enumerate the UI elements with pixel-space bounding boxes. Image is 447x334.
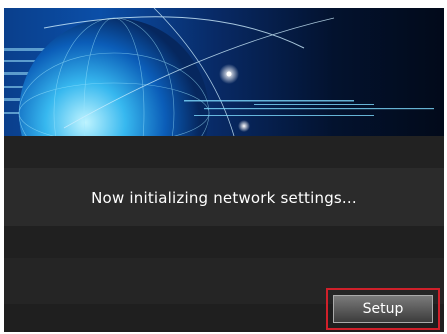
device-screen: Now initializing network settings... Set… bbox=[4, 8, 444, 332]
status-message: Now initializing network settings... bbox=[91, 189, 357, 207]
setup-button[interactable]: Setup bbox=[333, 295, 433, 323]
background-band bbox=[4, 136, 444, 168]
network-globe-banner bbox=[4, 8, 444, 136]
globe-illustration bbox=[4, 8, 434, 136]
setup-button-highlight: Setup bbox=[326, 288, 440, 330]
background-band bbox=[4, 226, 444, 258]
